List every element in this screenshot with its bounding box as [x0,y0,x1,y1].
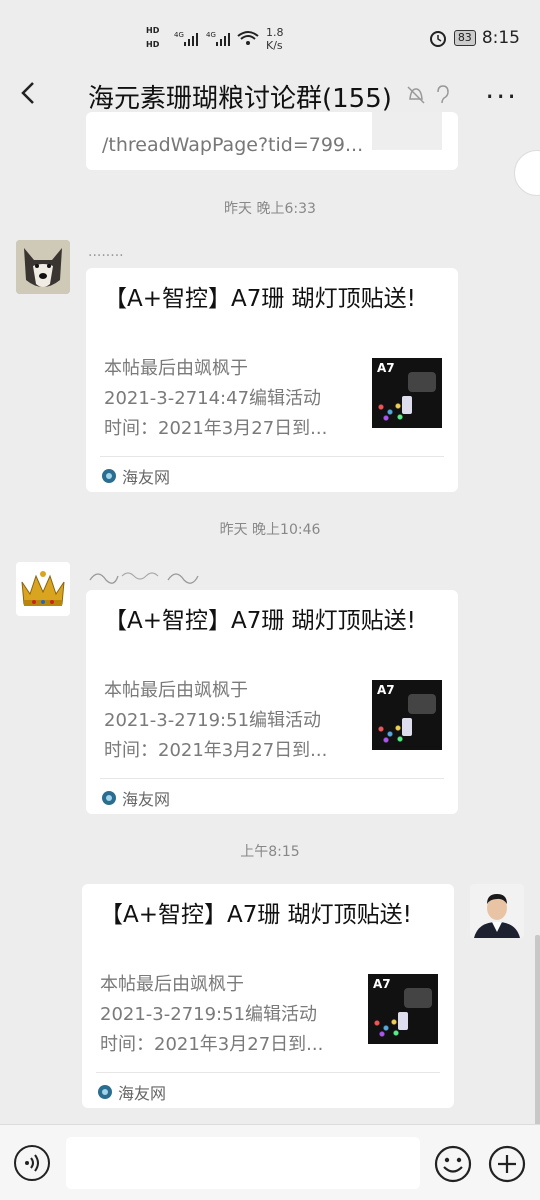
signal-icon: 4G 4G [174,31,259,46]
card-desc-line-1: 本帖最后由飒枫于 [104,680,248,701]
card-title: 【A+智控】A7珊 瑚灯顶贴送! [104,608,416,634]
chat-title: 海元素珊瑚粮讨论群(155) [88,84,392,114]
thumbnail-label: A7 [377,361,395,375]
card-divider [100,778,444,779]
mute-icons [406,84,452,106]
more-button[interactable]: ··· [485,80,518,113]
hd-indicator: HD HD [146,24,159,52]
alarm-icon [429,31,446,47]
input-bar [0,1124,540,1200]
link-card[interactable]: 【A+智控】A7珊 瑚灯顶贴送! 本帖最后由飒枫于 2021-3-2719:51… [86,590,458,814]
card-thumbnail: A7 [372,358,442,428]
timestamp: 昨天 晚上6:33 [224,201,316,217]
net-label-2: 4G [206,31,216,39]
floating-bubble[interactable] [514,150,540,196]
source-logo-icon [102,469,116,483]
card-title: 【A+智控】A7珊 瑚灯顶贴送! [104,286,416,312]
source-name: 海友网 [122,468,171,487]
card-thumbnail: A7 [372,680,442,750]
card-desc-line-1: 本帖最后由飒枫于 [100,974,244,995]
card-desc-line-3: 时间：2021年3月27日到... [104,418,328,439]
card-desc-line-2: 2021-3-2719:51编辑活动 [104,710,322,731]
mute-bell-icon [407,86,425,104]
source-logo-icon [98,1085,112,1099]
message-input[interactable] [66,1137,420,1189]
voice-icon [25,1154,39,1172]
timestamp: 昨天 晚上10:46 [219,522,321,538]
thumbnail-label: A7 [377,683,395,697]
sender-name: ........ [88,244,124,260]
net-speed: 1.8 K/s [266,26,284,52]
net-speed-value: 1.8 [266,26,284,39]
card-desc-line-3: 时间：2021年3月27日到... [104,740,328,761]
card-source: 海友网 [102,786,170,810]
card-divider [96,1072,440,1073]
source-name: 海友网 [118,1084,167,1103]
card-desc-line-2: 2021-3-2714:47编辑活动 [104,388,322,409]
link-card[interactable]: 【A+智控】A7珊 瑚灯顶贴送! 本帖最后由飒枫于 2021-3-2714:47… [86,268,458,492]
card-desc-line-1: 本帖最后由飒枫于 [104,358,248,379]
card-thumbnail: A7 [368,974,438,1044]
card-title: 【A+智控】A7珊 瑚灯顶贴送! [100,902,412,928]
card-thumbnail [372,112,442,150]
crown-avatar-icon [16,562,70,616]
link-card-partial[interactable]: /threadWapPage?tid=799... [86,112,458,170]
card-source: 海友网 [102,464,170,488]
card-url: /threadWapPage?tid=799... [102,134,364,156]
dog-avatar-icon [16,240,70,294]
status-right: 83 8:15 [428,28,520,48]
timestamp: 上午8:15 [240,844,300,860]
net-speed-unit: K/s [266,39,283,52]
card-desc-line-2: 2021-3-2719:51编辑活动 [100,1004,318,1025]
scrollbar[interactable] [535,935,540,1125]
card-desc-line-3: 时间：2021年3月27日到... [100,1034,324,1055]
voice-button[interactable] [14,1145,50,1181]
link-card[interactable]: 【A+智控】A7珊 瑚灯顶贴送! 本帖最后由飒枫于 2021-3-2719:51… [82,884,454,1108]
battery-indicator: 83 [453,30,476,46]
avatar[interactable] [470,884,524,938]
man-avatar-icon [470,884,524,938]
card-divider [100,456,444,457]
avatar[interactable] [16,562,70,616]
chevron-left-icon[interactable] [14,78,44,108]
net-label-1: 4G [174,31,184,39]
hd-label-1: HD [146,26,160,35]
clock: 8:15 [481,28,520,48]
source-name: 海友网 [122,790,171,809]
earpiece-icon [437,85,449,104]
source-logo-icon [102,791,116,805]
hd-label-2: HD [146,40,160,49]
card-source: 海友网 [98,1080,166,1104]
plus-icon[interactable] [488,1145,526,1183]
emoji-icon[interactable] [434,1145,472,1183]
ornament-nickname-icon [89,572,199,584]
avatar[interactable] [16,240,70,294]
thumbnail-label: A7 [373,977,391,991]
